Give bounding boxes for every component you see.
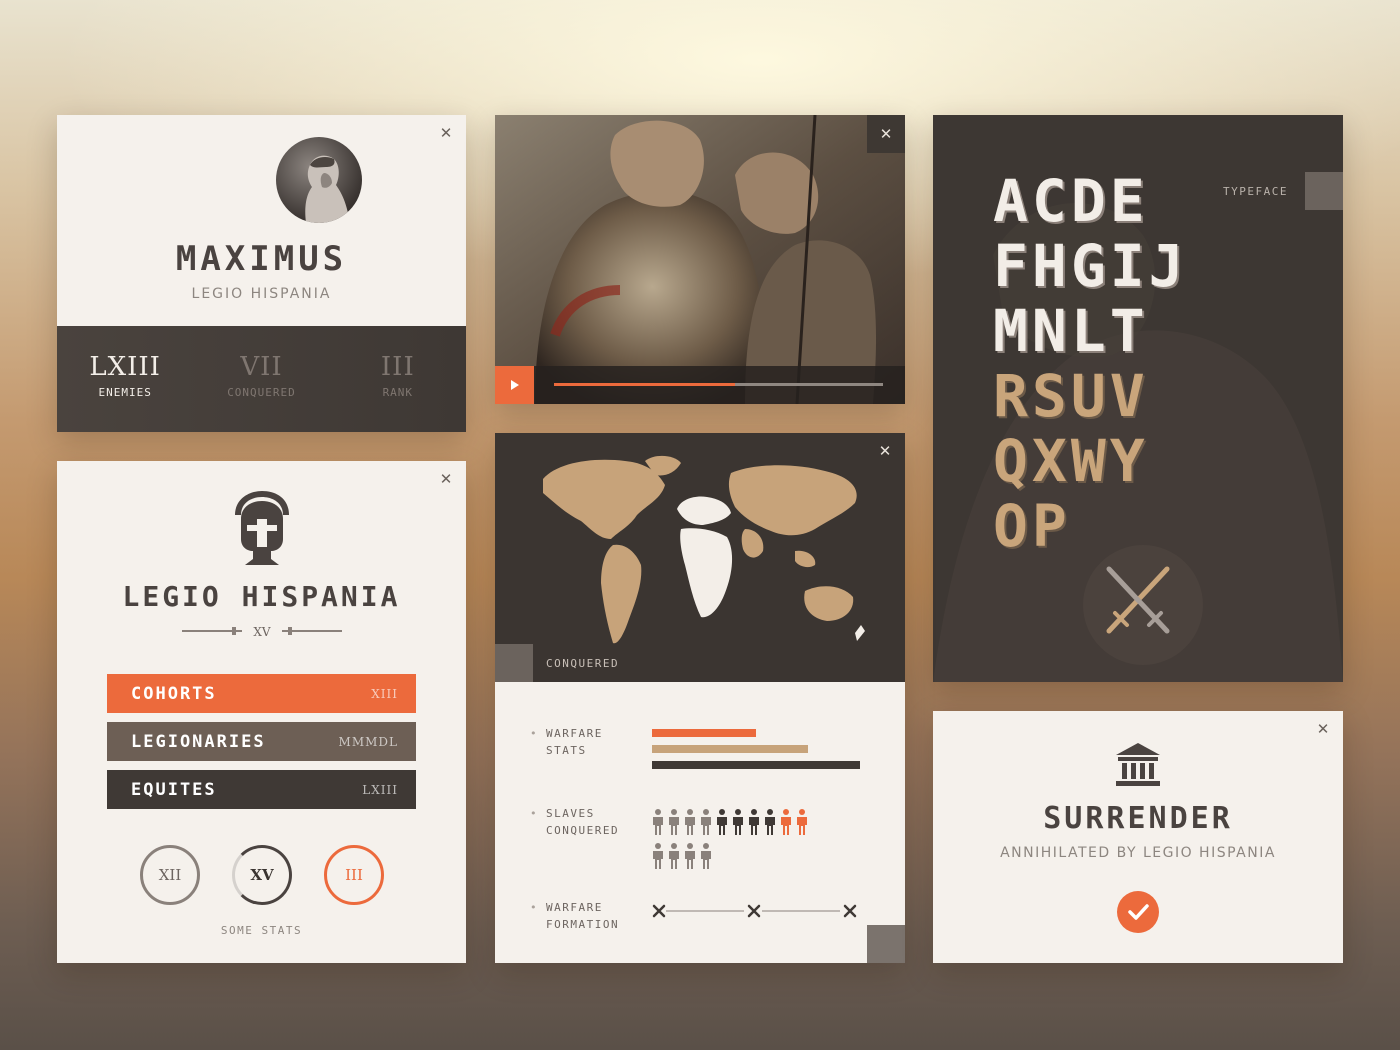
- stats-caption: SOME STATS: [220, 924, 303, 937]
- person-icon: [765, 809, 775, 835]
- unit-label: EQUITES: [131, 779, 217, 800]
- check-icon: [1128, 904, 1149, 920]
- stat-ring[interactable]: III: [324, 845, 384, 905]
- profile-card: ✕ MAXIMUS LEGIO HISPANIA LXIII ENEMIES V…: [57, 115, 466, 432]
- unit-value: MMMDL: [338, 734, 398, 749]
- stat-conquered: VII CONQUERED: [193, 326, 329, 432]
- warfare-stats-label: WARFARE STATS: [530, 725, 603, 759]
- warfare-bar: [652, 745, 808, 753]
- avatar: [276, 137, 362, 223]
- stat-enemies: LXIII ENEMIES: [57, 326, 193, 432]
- legion-number: XV: [253, 625, 271, 639]
- glyph-row: RSUV: [993, 362, 1149, 430]
- glyph-row: FHGIJ: [993, 232, 1188, 300]
- person-icon: [701, 843, 711, 869]
- glyph-row: QXWY: [993, 427, 1149, 495]
- label-line: WARFARE: [546, 727, 603, 740]
- label-line: STATS: [546, 744, 587, 757]
- surrender-card: ✕ SURRENDER ANNIHILATED BY LEGIO HISPANI…: [933, 711, 1343, 963]
- warfare-bar: [652, 761, 860, 769]
- person-icon: [749, 809, 759, 835]
- glyph-row: ACDE: [993, 167, 1149, 235]
- person-icon: [685, 843, 695, 869]
- stat-value: VII: [240, 352, 283, 382]
- world-map-panel: [495, 433, 905, 682]
- stat-label: ENEMIES: [98, 386, 152, 399]
- close-icon[interactable]: ✕: [867, 115, 905, 153]
- decor-square: [1305, 172, 1343, 210]
- person-icon: [701, 809, 711, 835]
- typeface-card: TYPEFACE ACDE FHGIJ MNLT RSUV QXWY OP: [933, 115, 1343, 682]
- label-line: SLAVES: [546, 807, 595, 820]
- person-icon: [653, 809, 663, 835]
- formation-line: [652, 904, 857, 918]
- label-line: CONQUERED: [546, 824, 620, 837]
- sword-divider: XV: [182, 625, 342, 639]
- decor-square: [867, 925, 905, 963]
- surrender-subtitle: ANNIHILATED BY LEGIO HISPANIA: [1000, 845, 1276, 861]
- person-icon: [781, 809, 791, 835]
- person-icon: [669, 843, 679, 869]
- person-icon: [669, 809, 679, 835]
- video-frame: [495, 115, 905, 404]
- stat-ring[interactable]: XII: [140, 845, 200, 905]
- person-icon: [653, 843, 663, 869]
- close-icon[interactable]: ✕: [438, 125, 454, 141]
- person-icon: [733, 809, 743, 835]
- stat-ring[interactable]: XV: [232, 845, 292, 905]
- video-card: ✕: [495, 115, 905, 404]
- surrender-title: SURRENDER: [1043, 801, 1233, 836]
- glyph-row: OP: [993, 492, 1071, 560]
- profile-legion: LEGIO HISPANIA: [191, 286, 332, 302]
- progress-track[interactable]: [554, 383, 883, 386]
- helmet-icon: [235, 491, 289, 565]
- profile-stats: LXIII ENEMIES VII CONQUERED III RANK: [57, 326, 466, 432]
- person-icon: [797, 809, 807, 835]
- legion-title: LEGIO HISPANIA: [122, 580, 401, 613]
- crossed-swords-icon: [1106, 566, 1170, 634]
- decor-square: [495, 644, 533, 682]
- equites-button[interactable]: EQUITES LXIII: [107, 770, 416, 809]
- unit-label: COHORTS: [131, 683, 217, 704]
- legionaries-button[interactable]: LEGIONARIES MMMDL: [107, 722, 416, 761]
- temple-icon: [1116, 743, 1160, 786]
- stat-value: III: [380, 352, 415, 382]
- video-controls: [495, 366, 905, 404]
- legion-card: ✕ LEGIO HISPANIA XV COHORTS XIII LEGIONA…: [57, 461, 466, 963]
- close-icon[interactable]: ✕: [438, 471, 454, 487]
- map-label: CONQUERED: [546, 657, 620, 670]
- warfare-bar: [652, 729, 756, 737]
- person-icon: [717, 809, 727, 835]
- world-map: [543, 455, 865, 644]
- stat-rank: III RANK: [330, 326, 466, 432]
- label-line: WARFARE: [546, 901, 603, 914]
- close-icon[interactable]: ✕: [877, 443, 893, 459]
- stat-label: RANK: [382, 386, 414, 399]
- confirm-button[interactable]: [1117, 891, 1159, 933]
- cohorts-button[interactable]: COHORTS XIII: [107, 674, 416, 713]
- stat-value: LXIII: [89, 352, 161, 382]
- unit-label: LEGIONARIES: [131, 731, 266, 752]
- stat-label: CONQUERED: [227, 386, 296, 399]
- person-icon: [685, 809, 695, 835]
- label-line: FORMATION: [546, 918, 620, 931]
- play-button[interactable]: [495, 366, 534, 404]
- close-icon[interactable]: ✕: [1315, 721, 1331, 737]
- formation-label: WARFARE FORMATION: [530, 899, 620, 933]
- unit-value: LXIII: [362, 782, 398, 797]
- profile-name: MAXIMUS: [175, 239, 348, 279]
- progress-fill: [554, 383, 735, 386]
- glyph-row: MNLT: [993, 297, 1149, 365]
- map-card: ✕ CONQUERED WARFARE STATS SLAVES CONQUER…: [495, 433, 905, 963]
- unit-value: XIII: [371, 686, 398, 701]
- slaves-label: SLAVES CONQUERED: [530, 805, 620, 839]
- typeface-label: TYPEFACE: [1223, 185, 1288, 198]
